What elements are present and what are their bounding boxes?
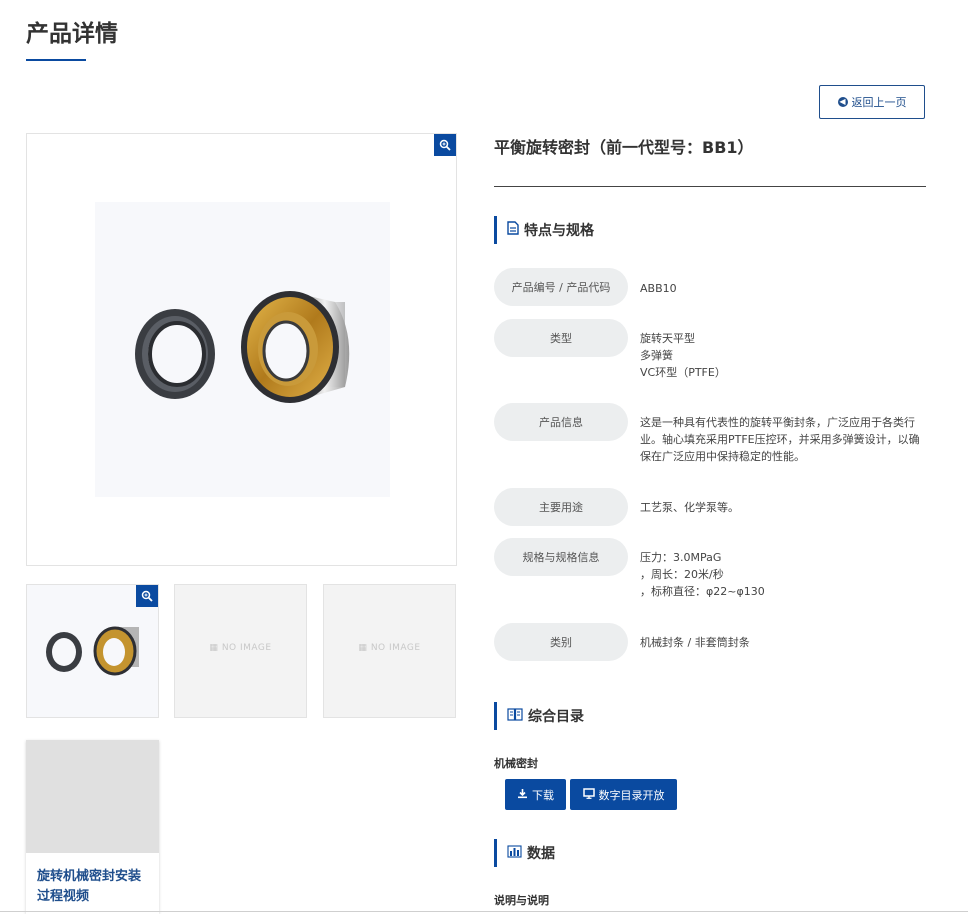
thumbnail-zoom-button[interactable] [136, 585, 158, 607]
video-thumbnail[interactable] [26, 740, 159, 853]
main-product-image[interactable] [26, 133, 457, 566]
spec-value-main-use: 工艺泵、化学泵等。 [640, 501, 739, 514]
title-underline [26, 59, 86, 61]
thumbnail-2[interactable]: ▦ NO IMAGE [174, 584, 307, 718]
download-button-label: 下载 [532, 788, 554, 802]
download-icon [517, 788, 528, 802]
spec-value-product-info: 这是一种具有代表性的旋转平衡封条，广泛应用于各类行业。轴心填充采用PTFE压控环… [640, 416, 920, 463]
page-title: 产品详情 [26, 21, 118, 47]
product-photo [95, 202, 390, 497]
data-heading-text: 数据 [527, 846, 555, 862]
digital-catalog-button[interactable]: 数字目录开放 [570, 779, 677, 810]
no-image-text: NO IMAGE [221, 643, 272, 653]
no-image-placeholder: ▦ NO IMAGE [324, 643, 455, 653]
catalog-section-heading: 综合目录 [494, 702, 584, 730]
download-button[interactable]: 下载 [505, 779, 566, 810]
features-heading-text: 特点与规格 [524, 223, 594, 239]
description-label: 说明与说明 [494, 894, 549, 907]
back-button[interactable]: ◀ 返回上一页 [819, 85, 925, 119]
thumbnail-3[interactable]: ▦ NO IMAGE [323, 584, 456, 718]
digital-catalog-button-label: 数字目录开放 [598, 788, 665, 802]
zoom-icon [439, 136, 451, 155]
image-placeholder-icon: ▦ [209, 643, 219, 653]
spec-value-specifications: 压力：3.0MPaG ，周长：20米/秒 ，标称直径：φ22~φ130 [640, 551, 765, 598]
spec-label-category: 类别 [494, 623, 628, 661]
spec-label-product-info: 产品信息 [494, 403, 628, 441]
thumbnail-1[interactable] [26, 584, 159, 718]
monitor-icon [582, 787, 595, 802]
spec-label-product-code: 产品编号 / 产品代码 [494, 268, 628, 306]
bottom-divider [0, 911, 968, 912]
spec-label-main-use: 主要用途 [494, 488, 628, 526]
no-image-text: NO IMAGE [370, 643, 421, 653]
book-icon [507, 707, 523, 725]
zoom-icon [141, 587, 153, 606]
spec-value-category: 机械封条 / 非套筒封条 [640, 636, 750, 649]
spec-label-specifications: 规格与规格信息 [494, 538, 628, 576]
features-section-heading: 特点与规格 [494, 216, 594, 244]
zoom-button[interactable] [434, 134, 456, 156]
arrow-left-circle-icon: ◀ [837, 97, 848, 107]
data-section-heading: 数据 [494, 839, 555, 867]
divider [494, 186, 926, 187]
video-title[interactable]: 旋转机械密封安装过程视频 [26, 853, 159, 907]
chart-icon [507, 844, 522, 862]
spec-value-product-code: ABB10 [640, 282, 677, 295]
product-name: 平衡旋转密封（前一代型号：BB1） [494, 138, 754, 157]
image-placeholder-icon: ▦ [358, 643, 368, 653]
video-card[interactable]: 旋转机械密封安装过程视频 [26, 740, 159, 914]
no-image-placeholder: ▦ NO IMAGE [175, 643, 306, 653]
catalog-heading-text: 综合目录 [528, 709, 584, 725]
spec-label-type: 类型 [494, 319, 628, 357]
document-icon [507, 221, 519, 239]
mechanical-seal-illustration [135, 291, 350, 403]
back-button-label: 返回上一页 [851, 96, 907, 109]
catalog-label: 机械密封 [494, 757, 538, 770]
spec-value-type: 旋转天平型 多弹簧 VC环型（PTFE） [640, 332, 726, 379]
